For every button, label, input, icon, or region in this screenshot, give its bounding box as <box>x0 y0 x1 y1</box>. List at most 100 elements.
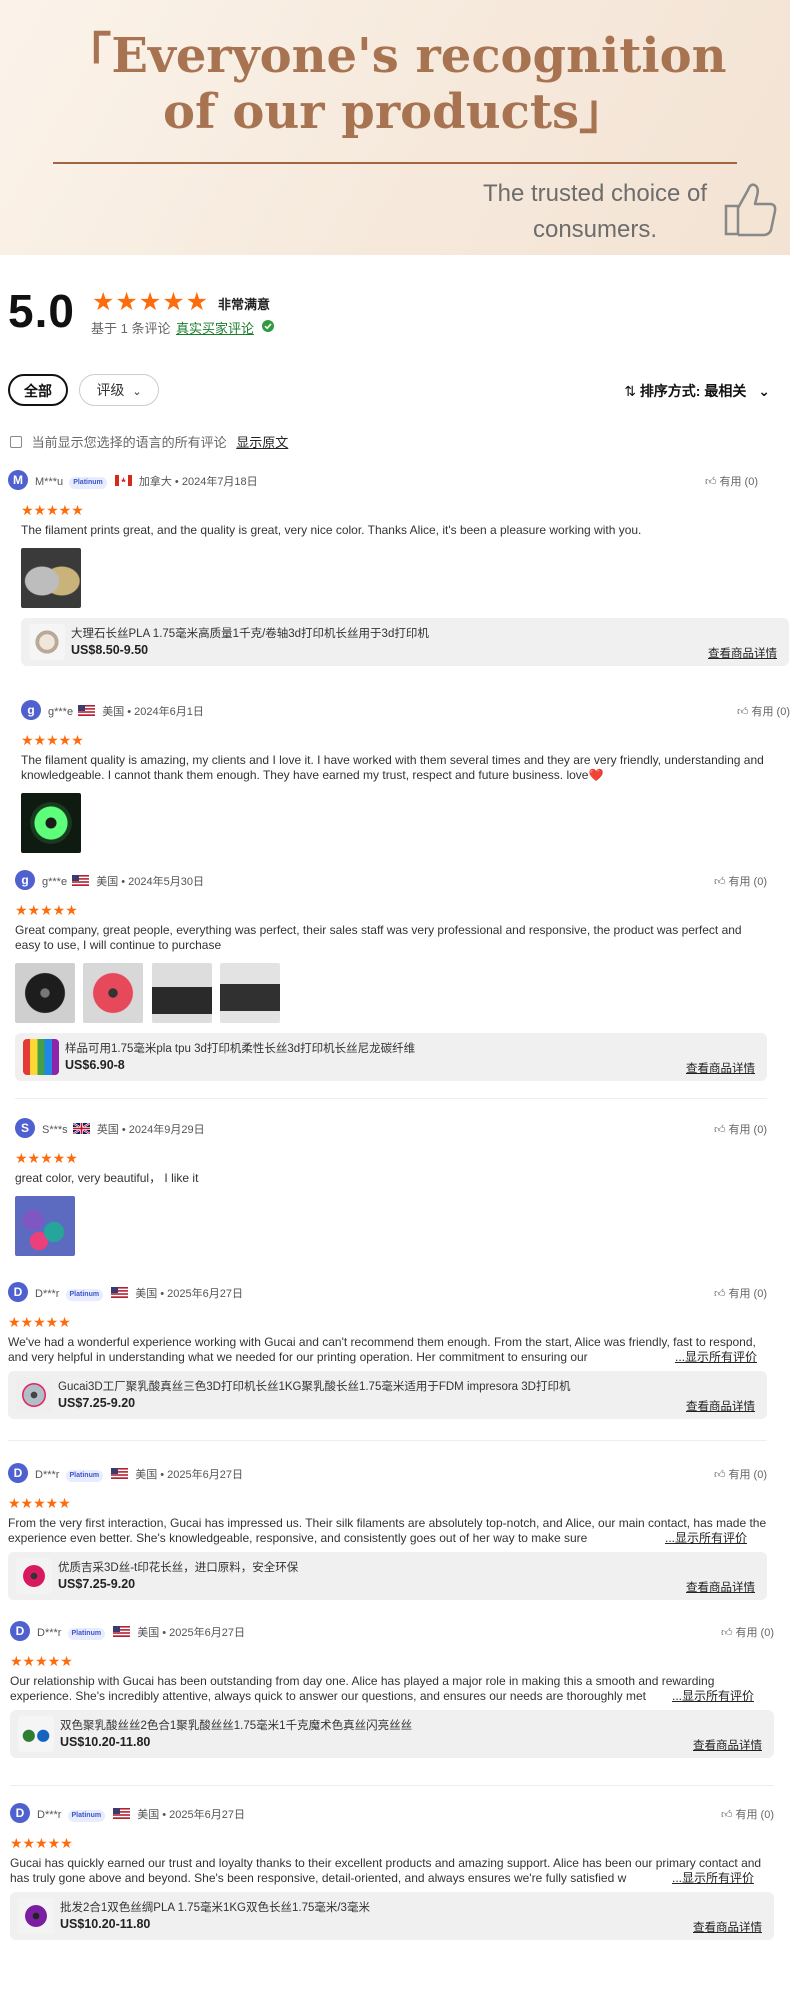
reviewer-country: 美国 <box>135 1469 158 1481</box>
review-photo[interactable] <box>21 548 81 608</box>
average-stars: ★★★★★ <box>92 288 210 316</box>
review-item: D D***r Platinum 美国 • 2025年6月27日 👍︎ 有用 (… <box>8 1463 767 1600</box>
product-card[interactable]: 大理石长丝PLA 1.75毫米高质量1千克/卷轴3d打印机长丝用于3d打印机 U… <box>21 618 789 666</box>
review-count: 基于 1 条评论 <box>91 321 171 336</box>
review-meta: g***e 美国 • 2024年6月1日 <box>48 705 204 718</box>
review-meta: D***r Platinum 美国 • 2025年6月27日 <box>35 1468 243 1482</box>
product-name: 优质吉采3D丝-t印花长丝，进口原料，安全环保 <box>58 1562 299 1574</box>
helpful-button[interactable]: 👍︎ 有用 (0) <box>721 1624 774 1640</box>
divider <box>15 1098 767 1099</box>
review-photo[interactable] <box>220 963 281 1023</box>
us-flag-icon <box>111 1468 129 1479</box>
product-card[interactable]: Gucai3D工厂聚乳酸真丝三色3D打印机长丝1KG聚乳酸长丝1.75毫米适用于… <box>8 1371 767 1419</box>
helpful-button[interactable]: 👍︎ 有用 (0) <box>714 873 767 889</box>
reviewer-name: g***e <box>48 706 74 718</box>
helpful-button[interactable]: 👍︎ 有用 (0) <box>714 1121 767 1137</box>
thumbs-up-icon <box>724 183 777 237</box>
review-photo[interactable] <box>15 1196 75 1256</box>
filter-bar: 全部 评级 ⌄ ⇅ 排序方式: 最相关 ⌄ <box>0 374 790 408</box>
review-photo[interactable] <box>21 793 81 853</box>
thumbs-up-icon: 👍︎ <box>720 1627 733 1639</box>
reviewer-country: 加拿大 <box>138 476 172 488</box>
view-product-link[interactable]: 查看商品详情 <box>693 1737 762 1753</box>
review-text: From the very first interaction, Gucai h… <box>8 1516 767 1546</box>
show-full-review-link[interactable]: ...显示所有评价 <box>664 1531 747 1546</box>
review-photo[interactable] <box>151 963 212 1023</box>
sort-icon: ⇅ <box>624 383 640 399</box>
view-product-link[interactable]: 查看商品详情 <box>686 1398 755 1414</box>
view-product-link[interactable]: 查看商品详情 <box>686 1060 755 1076</box>
review-date: 2025年6月27日 <box>169 1627 245 1639</box>
platinum-badge: Platinum <box>65 1470 104 1482</box>
review-meta: g***e 美国 • 2024年5月30日 <box>42 875 204 888</box>
review-stars: ★★★★★ <box>15 902 78 918</box>
thumbs-up-icon: 👍︎ <box>720 1809 733 1821</box>
filter-all-button[interactable]: 全部 <box>8 374 68 406</box>
show-full-review-link[interactable]: ...显示所有评价 <box>671 1689 754 1704</box>
review-text: The filament prints great, and the quali… <box>21 523 642 537</box>
view-product-link[interactable]: 查看商品详情 <box>686 1579 755 1595</box>
average-score: 5.0 <box>8 285 75 337</box>
review-item: D D***r Platinum 美国 • 2025年6月27日 👍︎ 有用 (… <box>10 1803 774 1940</box>
review-date: 2025年6月27日 <box>167 1469 243 1481</box>
reviewer-country: 美国 <box>102 706 125 718</box>
hero-title: 「Everyone's recognition of our products」 <box>63 28 727 140</box>
chevron-down-icon: ⌄ <box>758 383 770 399</box>
helpful-button[interactable]: 👍︎ 有用 (0) <box>714 1466 767 1482</box>
avatar: M <box>8 470 28 490</box>
show-original-link[interactable]: 显示原文 <box>236 435 288 450</box>
chevron-down-icon: ⌄ <box>132 386 142 398</box>
helpful-button[interactable]: 👍︎ 有用 (0) <box>721 1806 774 1822</box>
hero-banner: 「Everyone's recognition of our products」… <box>0 0 790 255</box>
filter-rating-label: 评级 <box>96 382 125 398</box>
product-thumbnail <box>16 1377 52 1413</box>
helpful-button[interactable]: 👍︎ 有用 (0) <box>705 473 758 489</box>
review-date: 2024年9月29日 <box>128 1124 205 1136</box>
review-item: D D***r Platinum 美国 • 2025年6月27日 👍︎ 有用 (… <box>10 1621 774 1758</box>
platinum-badge: Platinum <box>69 477 107 489</box>
avatar: g <box>21 700 41 720</box>
review-text: Our relationship with Gucai has been out… <box>10 1674 774 1704</box>
sort-label: 排序方式: 最相关 <box>639 383 747 399</box>
review-item: D D***r Platinum 美国 • 2025年6月27日 👍︎ 有用 (… <box>8 1282 767 1419</box>
uk-flag-icon <box>72 1123 90 1134</box>
product-price: US$10.20-11.80 <box>60 1917 151 1931</box>
product-name: 批发2合1双色丝绸PLA 1.75毫米1KG双色长丝1.75毫米/3毫米 <box>60 1902 370 1914</box>
show-full-review-link[interactable]: ...显示所有评价 <box>674 1350 757 1365</box>
reviewer-country: 美国 <box>135 1288 158 1300</box>
product-price: US$7.25-9.20 <box>58 1577 136 1591</box>
product-card[interactable]: 批发2合1双色丝绸PLA 1.75毫米1KG双色长丝1.75毫米/3毫米 US$… <box>10 1892 774 1940</box>
review-photo[interactable] <box>83 963 144 1023</box>
helpful-button[interactable]: 👍︎ 有用 (0) <box>737 703 790 719</box>
review-stars: ★★★★★ <box>8 1495 71 1511</box>
thumbs-up-icon: 👍︎ <box>713 1469 726 1481</box>
helpful-count: 有用 (0) <box>728 876 768 888</box>
sort-dropdown[interactable]: ⇅ 排序方式: 最相关 ⌄ <box>624 381 770 401</box>
review-text: The filament quality is amazing, my clie… <box>21 753 764 782</box>
real-buyer-link[interactable]: 真实买家评论 <box>176 318 254 337</box>
review-item: S S***s 英国 • 2024年9月29日 👍︎ 有用 (0) ★★★★★ … <box>15 1118 767 1256</box>
filter-rating-dropdown[interactable]: 评级 ⌄ <box>79 374 159 406</box>
platinum-badge: Platinum <box>67 1628 106 1640</box>
us-flag-icon <box>113 1808 131 1819</box>
us-flag-icon <box>113 1626 131 1637</box>
product-card[interactable]: 优质吉采3D丝-t印花长丝，进口原料，安全环保 US$7.25-9.20 查看商… <box>8 1552 767 1600</box>
show-full-review-link[interactable]: ...显示所有评价 <box>671 1871 754 1886</box>
product-thumbnail <box>29 624 65 660</box>
view-product-link[interactable]: 查看商品详情 <box>708 645 777 661</box>
helpful-button[interactable]: 👍︎ 有用 (0) <box>714 1285 767 1301</box>
product-card[interactable]: 双色聚乳酸丝丝2色合1聚乳酸丝丝1.75毫米1千克魔术色真丝闪亮丝丝 US$10… <box>10 1710 774 1758</box>
review-photo[interactable] <box>15 963 75 1023</box>
review-date: 2024年6月1日 <box>134 706 204 718</box>
hero-subtitle: The trusted choice of consumers. <box>482 180 708 243</box>
product-card[interactable]: 样品可用1.75毫米pla tpu 3d打印机柔性长丝3d打印机长丝尼龙碳纤维 … <box>15 1033 767 1081</box>
reviewer-name: D***r <box>37 1809 62 1821</box>
reviewer-name: g***e <box>42 876 68 888</box>
helpful-count: 有用 (0) <box>735 1627 775 1639</box>
review-text-body: Our relationship with Gucai has been out… <box>10 1674 715 1703</box>
view-product-link[interactable]: 查看商品详情 <box>693 1919 762 1935</box>
avatar: D <box>8 1463 28 1483</box>
reviewer-name: D***r <box>35 1288 60 1300</box>
reviewer-name: D***r <box>35 1469 60 1481</box>
review-date: 2024年5月30日 <box>128 876 204 888</box>
